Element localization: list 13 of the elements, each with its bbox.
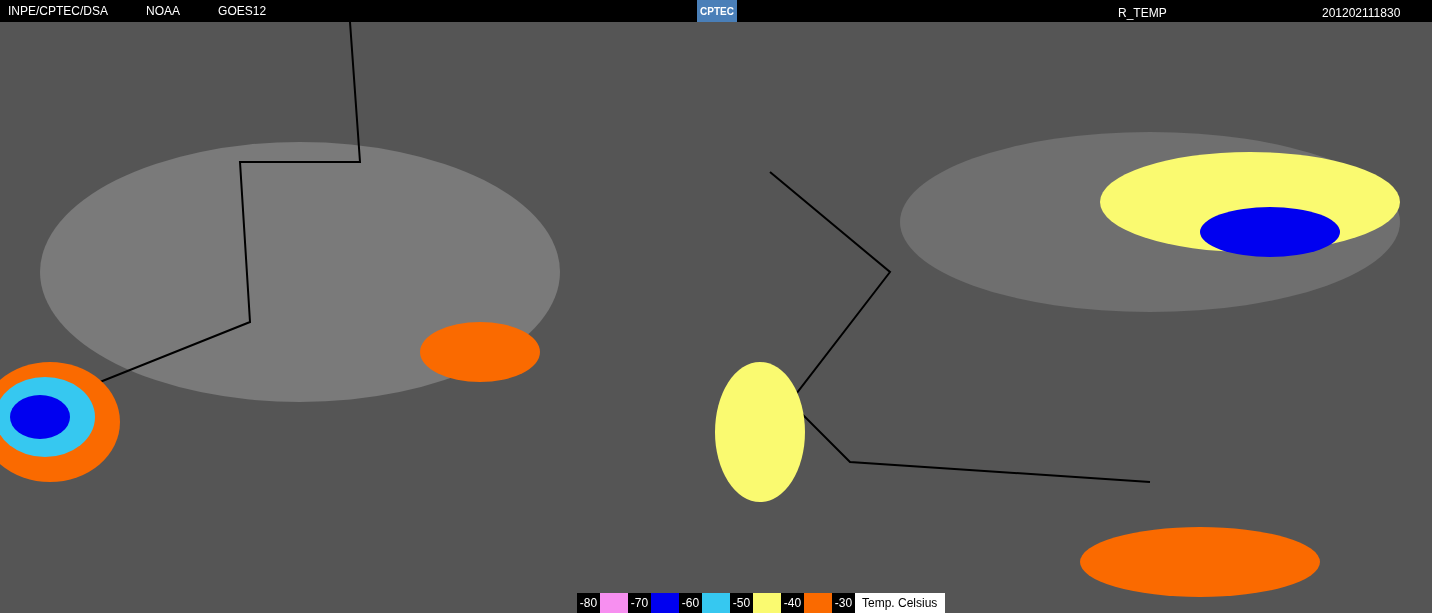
legend-label: -30 [832,593,855,613]
header-label: NOAA [146,3,181,20]
header-label: GOES12 [218,3,267,20]
legend-title: Temp. Celsius [862,595,938,612]
logo-icon: CPTEC [697,0,737,22]
legend-label: -50 [730,593,753,613]
timestamp: 201202111830 [1322,5,1401,22]
legend-label: -60 [679,593,702,613]
legend-label: -80 [577,593,600,613]
legend-label: -70 [628,593,651,613]
product-label: R_TEMP [1118,5,1167,22]
header-label: INPE/CPTEC/DSA [8,3,109,20]
legend-label: -40 [781,593,804,613]
